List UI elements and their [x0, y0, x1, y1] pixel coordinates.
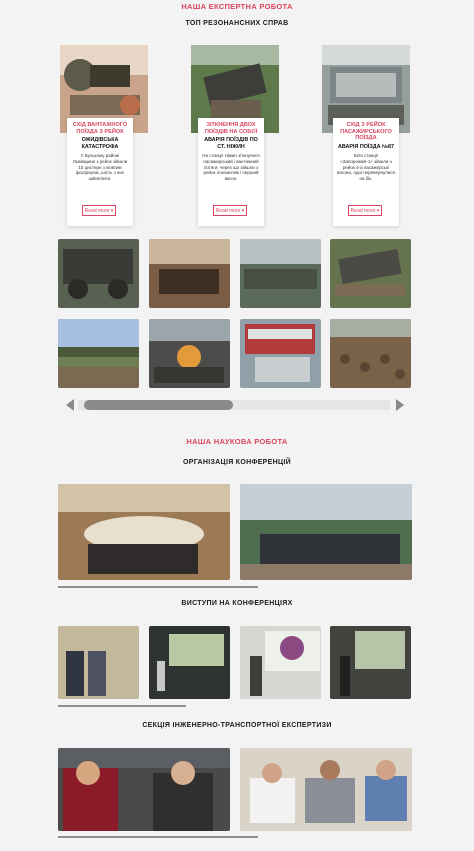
conference-photo[interactable]: [58, 484, 230, 580]
gallery-photo[interactable]: [330, 239, 411, 308]
expert-section-heading: НАША ЕКСПЕРТНА РОБОТА: [181, 2, 293, 11]
case-card-2: ЗІТКНЕННЯ ДВОХ ПОЇЗДІВ НА СОБОЇ АВАРІЯ П…: [198, 118, 264, 226]
conferences-underline: [58, 586, 258, 588]
read-more-label: Read more: [350, 208, 376, 214]
talks-underline: [58, 705, 186, 707]
chevron-down-icon: ▾: [110, 208, 114, 214]
case-card-text: У Буському районі Львівщини з рейок зійш…: [72, 153, 128, 182]
talk-photo[interactable]: [149, 626, 230, 699]
read-more-button[interactable]: Read more ▾: [213, 205, 247, 216]
case-card-headline: СХІД ВАНТАЖНОГО ПОЇЗДА З РЕЙОК: [72, 122, 128, 135]
talks-title: ВИСТУПИ НА КОНФЕРЕНЦІЯХ: [181, 600, 293, 607]
case-card-headline: СХІД З РЕЙОК ПАСАЖИРСЬКОГО ПОЇЗДА: [340, 122, 392, 141]
gallery-photo[interactable]: [58, 239, 139, 308]
conferences-title: ОРГАНІЗАЦІЯ КОНФЕРЕНЦІЙ: [183, 459, 291, 466]
case-card-3: СХІД З РЕЙОК ПАСАЖИРСЬКОГО ПОЇЗДА АВАРІЯ…: [333, 118, 399, 226]
case-card-title: АВАРІЯ ПОЇЗДІВ ПО СТ. НІЖИН: [204, 137, 258, 150]
case-card-title: АВАРІЯ ПОЇЗДА №87: [337, 143, 395, 150]
case-card-headline: ЗІТКНЕННЯ ДВОХ ПОЇЗДІВ НА СОБОЇ: [204, 122, 258, 135]
chevron-left-icon[interactable]: [66, 399, 74, 411]
case-card-text: Біля станції «Запорожжя-1» зійшли з рейо…: [337, 153, 395, 182]
gallery-photo[interactable]: [330, 319, 411, 388]
read-more-label: Read more: [215, 208, 241, 214]
chevron-right-icon[interactable]: [396, 399, 404, 411]
section-photo[interactable]: [240, 748, 412, 831]
read-more-button[interactable]: Read more ▾: [82, 205, 116, 216]
read-more-button[interactable]: Read more ▾: [348, 205, 382, 216]
chevron-down-icon: ▾: [376, 208, 380, 214]
gallery-photo[interactable]: [149, 319, 230, 388]
talk-photo[interactable]: [58, 626, 139, 699]
read-more-label: Read more: [84, 208, 110, 214]
conference-photo[interactable]: [240, 484, 412, 580]
case-card-text: На станції Ніжин зіткнулися пасажирський…: [202, 153, 260, 182]
section-photo[interactable]: [58, 748, 230, 831]
section-title: СЕКЦІЯ ІНЖЕНЕРНО-ТРАНСПОРТНОЇ ЕКСПЕРТИЗИ: [142, 722, 332, 729]
science-section-heading: НАША НАУКОВА РОБОТА: [186, 437, 288, 446]
section-underline: [58, 836, 258, 838]
chevron-down-icon: ▾: [241, 208, 245, 214]
gallery-photo[interactable]: [149, 239, 230, 308]
gallery-photo[interactable]: [240, 239, 321, 308]
top-cases-title: ТОП РЕЗОНАНСНИХ СПРАВ: [185, 20, 289, 27]
talk-photo[interactable]: [330, 626, 411, 699]
talk-photo[interactable]: [240, 626, 321, 699]
gallery-photo[interactable]: [58, 319, 139, 388]
gallery-photo[interactable]: [240, 319, 321, 388]
case-card-1: СХІД ВАНТАЖНОГО ПОЇЗДА З РЕЙОК ОЖИДІВСЬК…: [67, 118, 133, 226]
case-card-title: ОЖИДІВСЬКА КАТАСТРОФА: [81, 137, 119, 150]
scrollbar-thumb[interactable]: [84, 400, 233, 410]
